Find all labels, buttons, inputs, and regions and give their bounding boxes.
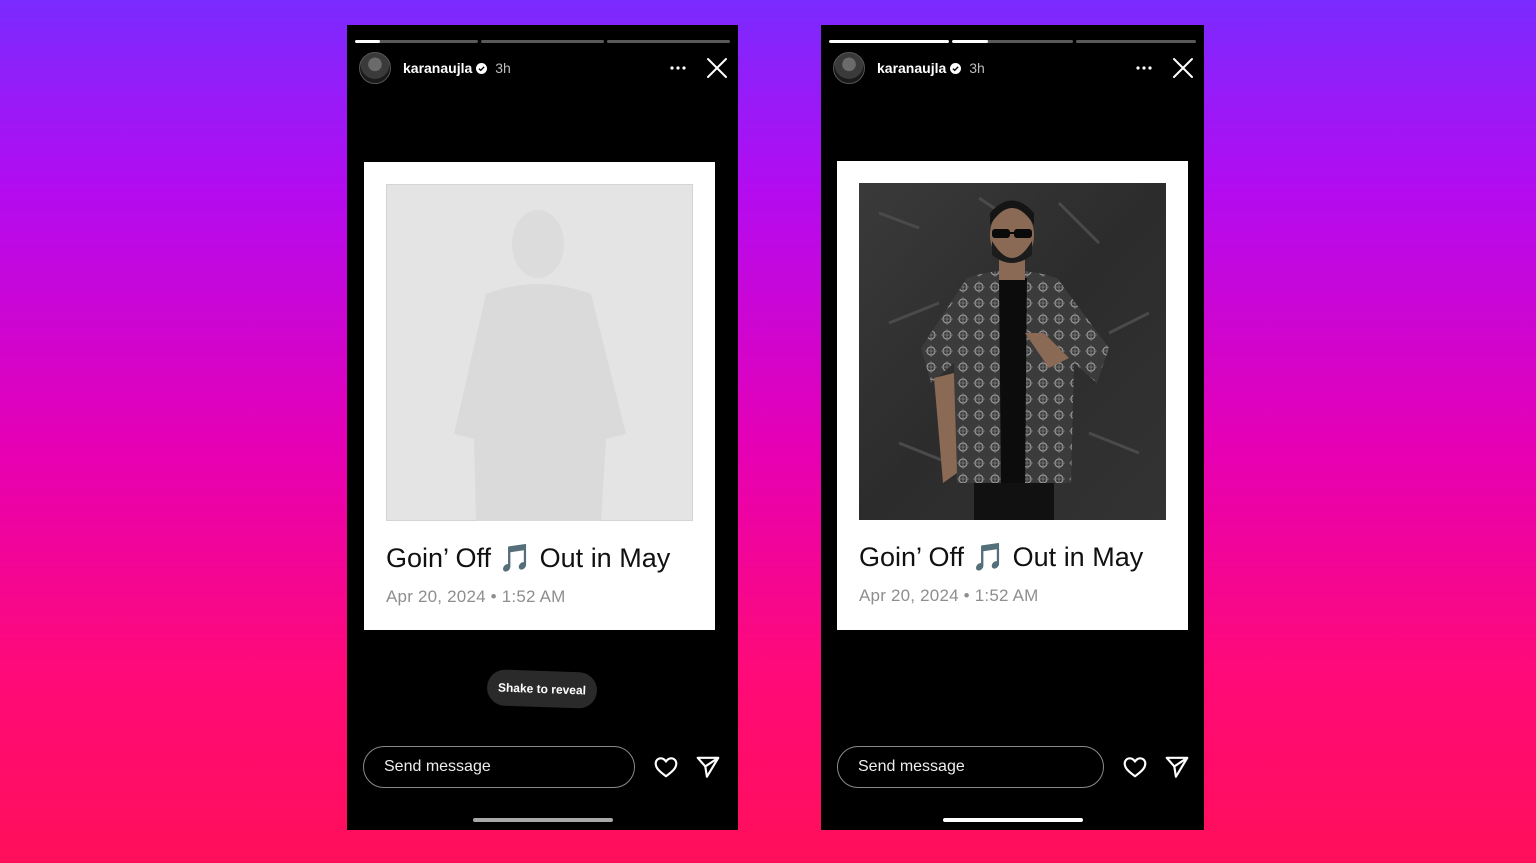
progress-segment — [607, 40, 730, 43]
more-horizontal-icon[interactable] — [1134, 58, 1154, 78]
story-progress-bar — [829, 40, 1196, 43]
portrait-photo — [859, 183, 1166, 520]
heart-icon[interactable] — [1122, 754, 1148, 780]
send-icon[interactable] — [1164, 754, 1190, 780]
progress-segment — [355, 40, 478, 43]
progress-fill — [952, 40, 989, 43]
story-header: karanaujla 3h — [359, 52, 730, 84]
progress-segment — [952, 40, 1073, 43]
home-indicator — [472, 818, 613, 822]
post-time: 3h — [969, 60, 985, 76]
post-date: Apr 20, 2024 • 1:52 AM — [386, 587, 566, 606]
username[interactable]: karanaujla — [403, 60, 472, 76]
progress-segment — [481, 40, 604, 43]
story-progress-bar — [355, 40, 730, 43]
close-icon[interactable] — [706, 57, 728, 79]
post-title: Goin’ Off 🎵 Out in May — [386, 543, 671, 573]
verified-badge-icon — [950, 62, 962, 74]
close-icon[interactable] — [1172, 57, 1194, 79]
story-viewer-revealed[interactable]: karanaujla 3h Goin’ Off 🎵 Out in May Apr… — [821, 25, 1204, 830]
progress-segment — [829, 40, 950, 43]
story-header: karanaujla 3h — [833, 52, 1196, 84]
home-indicator — [942, 818, 1083, 822]
progress-fill — [829, 40, 950, 43]
send-message-input[interactable] — [837, 746, 1104, 788]
post-card[interactable]: Goin’ Off 🎵 Out in May Apr 20, 2024 • 1:… — [364, 162, 715, 630]
story-composer — [837, 745, 1190, 789]
post-date: Apr 20, 2024 • 1:52 AM — [859, 586, 1039, 605]
post-photo[interactable] — [859, 183, 1166, 520]
send-message-input[interactable] — [363, 746, 635, 788]
blurred-photo-placeholder — [386, 184, 693, 521]
post-photo-hidden[interactable] — [386, 184, 693, 521]
post-card[interactable]: Goin’ Off 🎵 Out in May Apr 20, 2024 • 1:… — [837, 161, 1188, 630]
verified-badge-icon — [476, 62, 488, 74]
more-horizontal-icon[interactable] — [668, 58, 688, 78]
heart-icon[interactable] — [653, 754, 679, 780]
avatar[interactable] — [359, 52, 391, 84]
progress-segment — [1075, 40, 1196, 43]
shake-to-reveal-hint: Shake to reveal — [486, 669, 598, 709]
send-icon[interactable] — [695, 754, 721, 780]
story-viewer-hidden[interactable]: karanaujla 3h Goin’ Off 🎵 Out in May Apr… — [347, 25, 738, 830]
username[interactable]: karanaujla — [877, 60, 946, 76]
avatar[interactable] — [833, 52, 865, 84]
progress-fill — [355, 40, 380, 43]
story-composer — [363, 745, 724, 789]
post-time: 3h — [495, 60, 511, 76]
post-title: Goin’ Off 🎵 Out in May — [859, 542, 1144, 572]
